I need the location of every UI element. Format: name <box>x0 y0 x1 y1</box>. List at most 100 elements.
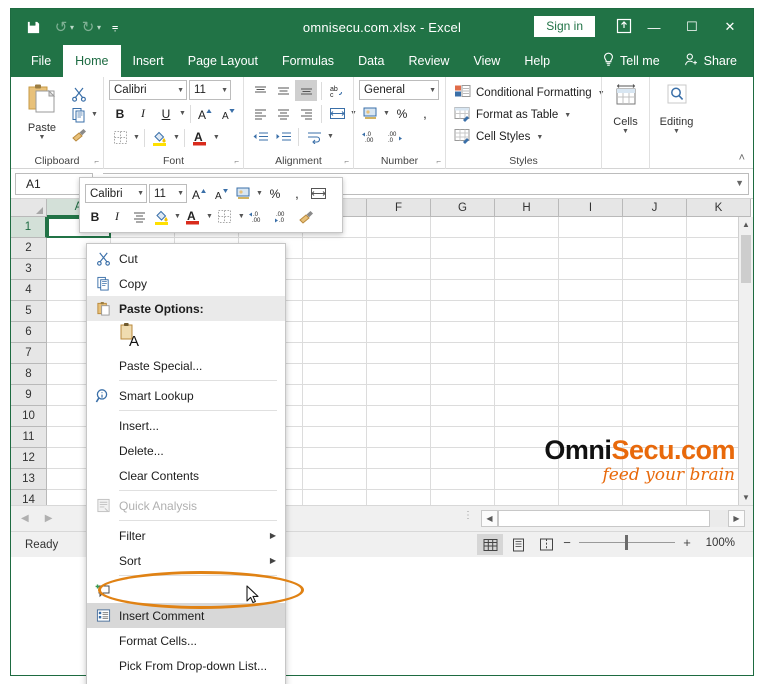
tab-file[interactable]: File <box>19 45 63 77</box>
accounting-number-format-icon[interactable] <box>233 184 253 204</box>
grid-cell-G11[interactable] <box>431 427 495 448</box>
grid-cell-I13[interactable] <box>559 469 623 490</box>
orientation-button[interactable]: ab c <box>326 80 348 101</box>
align-center-button[interactable] <box>272 103 294 124</box>
grid-cell-E4[interactable] <box>303 280 367 301</box>
font-color-caret-icon[interactable]: ▼ <box>213 134 220 141</box>
column-header-h[interactable]: H <box>495 199 559 217</box>
grid-cell-H2[interactable] <box>495 238 559 259</box>
cell-styles-button[interactable]: Cell Styles ▼ <box>451 126 546 148</box>
row-header-11[interactable]: 11 <box>11 427 47 448</box>
context-menu-item-clear-contents[interactable]: Clear Contents <box>87 463 285 488</box>
borders-icon[interactable] <box>215 207 235 227</box>
grid-cell-E11[interactable] <box>303 427 367 448</box>
editing-button[interactable]: Editing ▼ <box>655 80 698 135</box>
close-button[interactable]: ✕ <box>711 9 749 45</box>
grid-cell-J13[interactable] <box>623 469 687 490</box>
ribbon-display-options-icon[interactable] <box>615 17 635 37</box>
font-color-button[interactable]: A <box>189 127 211 148</box>
row-header-2[interactable]: 2 <box>11 238 47 259</box>
context-menu-item-define-name[interactable]: Pick From Drop-down List... <box>87 653 285 678</box>
row-header-13[interactable]: 13 <box>11 469 47 490</box>
mini-font-name-caret-icon[interactable]: ▼ <box>133 190 144 197</box>
grid-cell-I4[interactable] <box>559 280 623 301</box>
row-header-10[interactable]: 10 <box>11 406 47 427</box>
grid-cell-E2[interactable] <box>303 238 367 259</box>
grid-cell-E7[interactable] <box>303 343 367 364</box>
row-header-12[interactable]: 12 <box>11 448 47 469</box>
merge-and-center-button[interactable] <box>326 103 348 124</box>
grid-cell-J4[interactable] <box>623 280 687 301</box>
font-name-caret-icon[interactable]: ▼ <box>173 87 184 94</box>
sheet-tab-split-handle[interactable]: ⋮ <box>463 511 474 521</box>
vertical-scrollbar[interactable]: ▲ ▼ <box>738 217 753 505</box>
grid-cell-J10[interactable] <box>623 406 687 427</box>
decrease-decimal-icon[interactable]: .0.00 <box>247 207 270 227</box>
tab-page-layout[interactable]: Page Layout <box>176 45 270 77</box>
grid-cell-G7[interactable] <box>431 343 495 364</box>
align-middle-button[interactable] <box>272 80 294 101</box>
font-color-icon[interactable]: A <box>183 207 203 227</box>
grid-cell-H13[interactable] <box>495 469 559 490</box>
context-menu-item-format-cells[interactable]: Insert Comment <box>87 603 285 628</box>
tab-review[interactable]: Review <box>396 45 461 77</box>
fill-color-caret-icon[interactable]: ▼ <box>173 134 180 141</box>
grid-cell-F6[interactable] <box>367 322 431 343</box>
decrease-font-size-button[interactable]: A <box>218 103 240 124</box>
accounting-caret-icon[interactable]: ▼ <box>383 110 390 117</box>
cut-button[interactable] <box>68 83 90 104</box>
column-header-k[interactable]: K <box>687 199 751 217</box>
grow-font-icon[interactable]: A <box>189 184 209 204</box>
cell-styles-caret-icon[interactable]: ▼ <box>536 134 543 141</box>
zoom-in-button[interactable]: + <box>681 535 693 550</box>
tab-help[interactable]: Help <box>512 45 562 77</box>
grid-cell-E9[interactable] <box>303 385 367 406</box>
grid-cell-J3[interactable] <box>623 259 687 280</box>
horizontal-scroll-track[interactable] <box>498 510 728 527</box>
grid-cell-H12[interactable] <box>495 448 559 469</box>
share-button[interactable]: Share <box>672 45 749 77</box>
decrease-indent-button[interactable] <box>249 126 271 147</box>
tab-insert[interactable]: Insert <box>121 45 176 77</box>
row-header-8[interactable]: 8 <box>11 364 47 385</box>
row-header-14[interactable]: 14 <box>11 490 47 505</box>
previous-sheet-icon[interactable]: ◀ <box>21 513 29 524</box>
grid-cell-I10[interactable] <box>559 406 623 427</box>
context-menu-item-pick-from-dropdown-list[interactable]: Format Cells... <box>87 628 285 653</box>
grid-cell-I14[interactable] <box>559 490 623 505</box>
conditional-formatting-button[interactable]: Conditional Formatting ▼ <box>451 82 608 104</box>
format-as-table-button[interactable]: Format as Table ▼ <box>451 104 574 126</box>
tab-formulas[interactable]: Formulas <box>270 45 346 77</box>
sign-in-button[interactable]: Sign in <box>534 16 595 37</box>
zoom-slider-thumb[interactable] <box>625 535 628 550</box>
context-menu-item-delete[interactable]: Delete... <box>87 438 285 463</box>
tab-home[interactable]: Home <box>63 45 121 77</box>
paste-keep-text-only-icon[interactable]: A <box>119 322 285 352</box>
grid-cell-J7[interactable] <box>623 343 687 364</box>
editing-dropdown-caret-icon[interactable]: ▼ <box>673 128 680 135</box>
grid-cell-G4[interactable] <box>431 280 495 301</box>
grid-cell-J12[interactable] <box>623 448 687 469</box>
zoom-level-label[interactable]: 100% <box>699 537 735 549</box>
percent-style-icon[interactable]: % <box>265 184 285 204</box>
grid-cell-F3[interactable] <box>367 259 431 280</box>
grid-cell-G14[interactable] <box>431 490 495 505</box>
vertical-scroll-thumb[interactable] <box>741 235 751 283</box>
row-header-5[interactable]: 5 <box>11 301 47 322</box>
grid-cell-E8[interactable] <box>303 364 367 385</box>
accounting-number-format-button[interactable] <box>359 103 381 124</box>
grid-cell-E12[interactable] <box>303 448 367 469</box>
font-size-combo[interactable]: 11 ▼ <box>189 80 231 100</box>
row-header-3[interactable]: 3 <box>11 259 47 280</box>
grid-cell-I8[interactable] <box>559 364 623 385</box>
grid-cell-F12[interactable] <box>367 448 431 469</box>
grid-cell-J9[interactable] <box>623 385 687 406</box>
context-menu-item-insert[interactable]: Insert... <box>87 413 285 438</box>
increase-decimal-icon[interactable]: .00.0 <box>272 207 295 227</box>
shrink-font-icon[interactable]: A <box>211 184 231 204</box>
italic-button[interactable]: I <box>132 103 154 124</box>
grid-cell-J5[interactable] <box>623 301 687 322</box>
grid-cell-F7[interactable] <box>367 343 431 364</box>
paste-button[interactable]: Paste ▼ <box>16 80 68 141</box>
context-menu-item-filter[interactable]: Filter ▶ <box>87 523 285 548</box>
